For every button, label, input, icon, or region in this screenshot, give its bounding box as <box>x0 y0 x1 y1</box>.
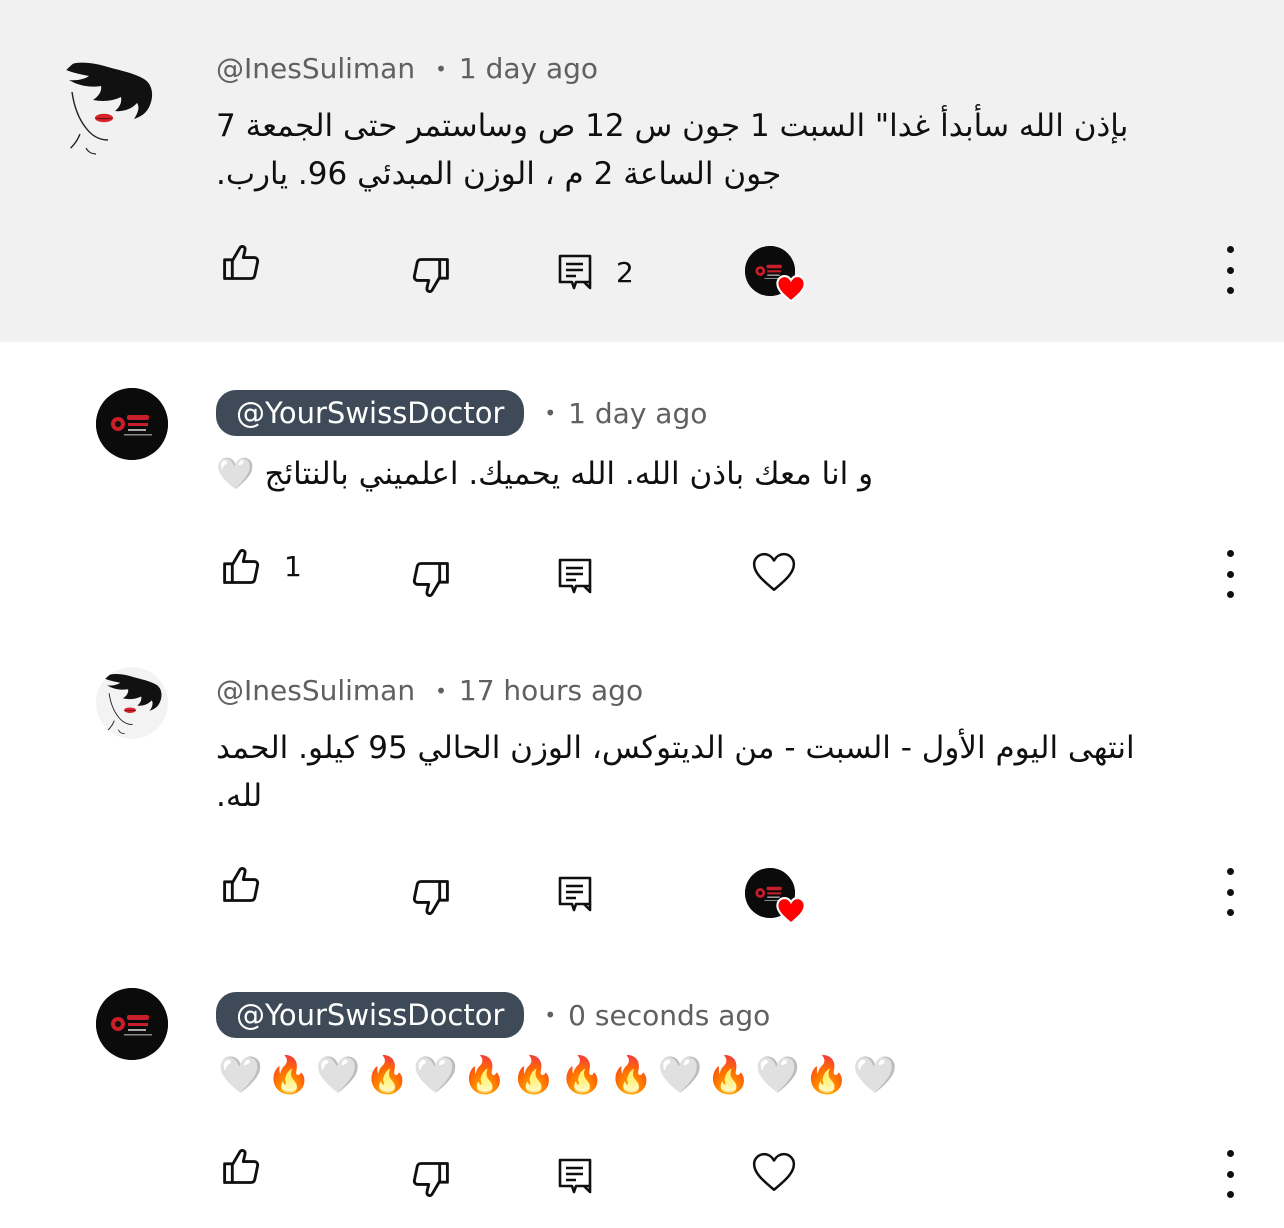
separator-dot: • <box>544 401 557 425</box>
like-count: 1 <box>284 549 302 583</box>
more-vertical-icon <box>1226 550 1234 557</box>
comment-meta: @InesSuliman • 1 day ago <box>216 52 598 85</box>
comment-time[interactable]: 1 day ago <box>459 52 598 85</box>
avatar[interactable] <box>96 988 168 1060</box>
more-vertical-icon <box>1226 1150 1234 1157</box>
fire-emoji: 🔥 <box>364 1055 410 1096</box>
comment-text: 🤍 🔥 🤍 🔥 🤍 🔥 🔥 🔥 🔥 🤍 🔥 🤍 🔥 🤍 <box>218 1052 898 1100</box>
comment-actions <box>0 862 1284 922</box>
comment-actions: 2 <box>0 240 1284 300</box>
comment-time[interactable]: 0 seconds ago <box>568 999 770 1032</box>
more-options-button[interactable] <box>1212 1150 1248 1198</box>
separator-dot: • <box>435 56 447 81</box>
comment-time[interactable]: 17 hours ago <box>459 674 643 707</box>
like-button[interactable] <box>218 240 262 284</box>
channel-avatar-icon <box>96 388 168 460</box>
fire-emoji: 🔥 <box>266 1055 312 1096</box>
comment-text-line: جون الساعة 2 م ، الوزن المبدئي 96. يارب. <box>216 156 782 192</box>
comment-actions <box>0 1144 1284 1204</box>
white-heart-emoji: 🤍 <box>315 1055 361 1096</box>
reply-button[interactable] <box>556 1154 596 1198</box>
thumbs-up-icon <box>218 862 262 906</box>
white-heart-emoji: 🤍 <box>413 1055 459 1096</box>
comment-meta: @YourSwissDoctor • 0 seconds ago <box>216 992 770 1038</box>
thumbs-down-icon <box>410 254 454 298</box>
more-options-button[interactable] <box>1212 868 1248 916</box>
thumbs-down-icon <box>410 876 454 920</box>
dislike-button[interactable] <box>410 876 454 920</box>
avatar[interactable] <box>96 388 168 460</box>
heart-outline-icon <box>751 1150 797 1196</box>
white-heart-emoji: 🤍 <box>657 1055 703 1096</box>
comment-item: @YourSwissDoctor • 1 day ago و انا معك ب… <box>0 342 1284 642</box>
fire-emoji: 🔥 <box>803 1055 849 1096</box>
comment-item: @YourSwissDoctor • 0 seconds ago 🤍 🔥 🤍 🔥 🤍 🔥 🔥… <box>0 942 1284 1228</box>
thumbs-up-icon <box>218 240 262 284</box>
dislike-button[interactable] <box>410 558 454 602</box>
comment-text: انتهى اليوم الأول - السبت - من الديتوكس،… <box>216 724 1135 820</box>
reply-count: 2 <box>616 255 634 289</box>
channel-avatar-icon <box>96 988 168 1060</box>
user-avatar-icon <box>96 667 168 739</box>
more-options-button[interactable] <box>1212 246 1248 294</box>
comment-text: بإذن الله سأبدأ غدا" السبت 1 جون س 12 ص … <box>216 102 1128 198</box>
avatar[interactable] <box>96 667 168 739</box>
comment-reply-icon <box>556 1154 596 1198</box>
comment-time[interactable]: 1 day ago <box>568 397 707 430</box>
like-button[interactable] <box>218 862 262 906</box>
user-avatar-icon <box>52 52 162 162</box>
comment-reply-icon <box>556 250 596 294</box>
comment-author[interactable]: @InesSuliman <box>216 52 415 85</box>
more-vertical-icon <box>1226 246 1234 253</box>
separator-dot: • <box>435 678 447 703</box>
comment-reply-icon <box>556 554 596 598</box>
creator-heart-badge[interactable] <box>745 246 805 306</box>
comment-reply-icon <box>556 872 596 916</box>
more-vertical-icon <box>1226 868 1234 875</box>
creator-handle-badge[interactable]: @YourSwissDoctor <box>216 390 525 436</box>
white-heart-emoji: 🤍 <box>852 1055 898 1096</box>
thumbs-up-icon <box>218 544 262 588</box>
more-options-button[interactable] <box>1212 550 1248 598</box>
white-heart-emoji: 🤍 <box>755 1055 800 1096</box>
comment-author[interactable]: @InesSuliman <box>216 674 415 707</box>
like-button[interactable]: 1 <box>218 544 302 588</box>
thumbs-down-icon <box>410 1158 454 1202</box>
fire-emoji: 🔥 <box>559 1055 605 1096</box>
fire-emoji: 🔥 <box>706 1055 752 1096</box>
like-button[interactable] <box>218 1144 262 1188</box>
red-heart-icon <box>775 896 807 926</box>
comment-text-line: انتهى اليوم الأول - السبت - من الديتوكس،… <box>216 730 1135 766</box>
reply-button[interactable] <box>556 872 596 916</box>
comment-text-line: لله. <box>216 778 263 814</box>
fire-emoji: 🔥 <box>608 1055 654 1096</box>
comment-item: @InesSuliman • 17 hours ago انتهى اليوم … <box>0 642 1284 942</box>
comment-text-line: بإذن الله سأبدأ غدا" السبت 1 جون س 12 ص … <box>216 108 1129 144</box>
comment-text: و انا معك باذن الله. الله يحميك. اعلميني… <box>216 456 874 492</box>
creator-heart-badge[interactable] <box>745 868 805 928</box>
comment-actions: 1 <box>0 544 1284 604</box>
heart-button[interactable] <box>751 1150 797 1196</box>
reply-button[interactable] <box>556 554 596 598</box>
white-heart-emoji: 🤍 <box>218 1055 263 1096</box>
comment-meta: @InesSuliman • 17 hours ago <box>216 674 643 707</box>
creator-handle-badge[interactable]: @YourSwissDoctor <box>216 992 525 1038</box>
fire-emoji: 🔥 <box>462 1055 507 1096</box>
avatar[interactable] <box>52 52 162 162</box>
comment-item: @InesSuliman • 1 day ago بإذن الله سأبدأ… <box>0 0 1284 342</box>
separator-dot: • <box>544 1003 557 1027</box>
heart-button[interactable] <box>751 550 797 596</box>
thumbs-down-icon <box>410 558 454 602</box>
reply-button[interactable]: 2 <box>556 250 634 294</box>
dislike-button[interactable] <box>410 1158 454 1202</box>
comment-meta: @YourSwissDoctor • 1 day ago <box>216 390 707 436</box>
dislike-button[interactable] <box>410 254 454 298</box>
heart-outline-icon <box>751 550 797 596</box>
thumbs-up-icon <box>218 1144 262 1188</box>
red-heart-icon <box>775 274 807 304</box>
fire-emoji: 🔥 <box>510 1055 556 1096</box>
